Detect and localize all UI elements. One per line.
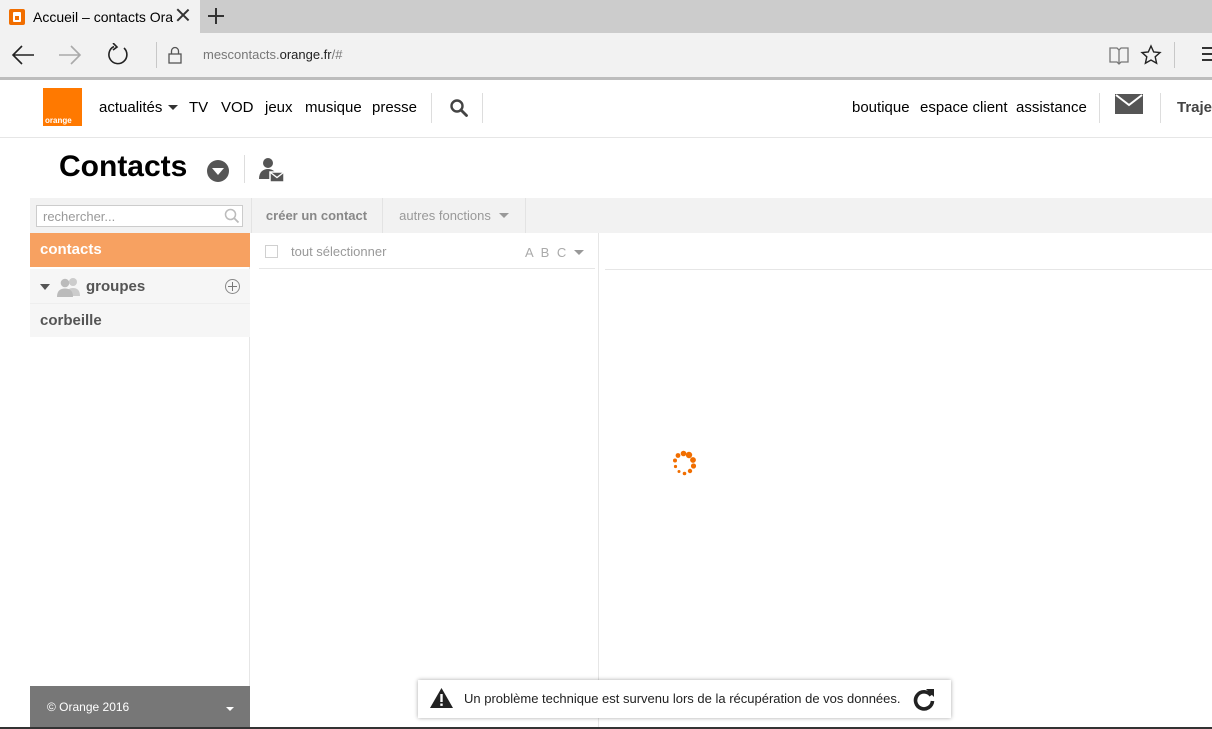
header-separator (482, 93, 483, 123)
new-tab-icon[interactable] (208, 8, 224, 24)
search-icon[interactable] (450, 99, 468, 117)
header-separator (1160, 93, 1161, 123)
chevron-down-icon (498, 213, 509, 218)
browser-tab[interactable]: Accueil – contacts Oran (0, 0, 200, 33)
title-separator (244, 155, 245, 183)
error-notice: Un problème technique est survenu lors d… (418, 680, 951, 718)
toolbar: créer un contact autres fonctions (30, 198, 1212, 233)
address-separator (156, 42, 157, 68)
address-bar: mescontacts.orange.fr/# (0, 33, 1212, 77)
search-icon[interactable] (224, 208, 240, 224)
retry-icon[interactable] (912, 687, 936, 711)
group-users-icon (57, 277, 81, 297)
error-message: Un problème technique est survenu lors d… (464, 691, 901, 706)
detail-header (605, 233, 1212, 270)
sidebar-item-label: groupes (86, 278, 146, 295)
nav-boutique[interactable]: boutique (852, 99, 910, 116)
add-group-icon[interactable] (225, 279, 240, 294)
chevron-down-icon (574, 250, 585, 255)
more-functions-label: autres fonctions (399, 208, 491, 223)
favorite-star-icon[interactable] (1140, 44, 1162, 66)
nav-espace-client[interactable]: espace client (920, 99, 1008, 116)
loading-spinner-icon (669, 448, 699, 478)
sort-dropdown[interactable]: A B C (525, 245, 585, 260)
address-separator-right (1174, 42, 1175, 68)
logo-text: orange (45, 116, 72, 125)
url-suffix: /# (331, 47, 343, 62)
sidebar-footer: © Orange 2016 (30, 686, 250, 729)
nav-musique[interactable]: musique (305, 99, 362, 116)
warning-icon (429, 687, 454, 709)
create-contact-button[interactable]: créer un contact (251, 198, 381, 233)
orange-favicon-icon (9, 8, 25, 25)
hub-menu-icon[interactable] (1202, 47, 1212, 61)
contact-mail-icon[interactable] (258, 157, 286, 185)
browser-tab-bar: Accueil – contacts Oran (0, 0, 1212, 33)
reading-view-icon[interactable] (1108, 45, 1130, 65)
back-arrow-icon[interactable] (10, 43, 36, 67)
more-functions-button[interactable]: autres fonctions (382, 198, 526, 233)
nav-actualites[interactable]: actualités (99, 99, 179, 116)
orange-logo[interactable]: orange (43, 88, 82, 126)
contact-detail-panel (600, 233, 1212, 729)
lock-icon[interactable] (167, 46, 183, 64)
sidebar: contacts groupes corbeille (30, 233, 250, 686)
tab-title: Accueil – contacts Oran (33, 8, 173, 25)
page-title: Contacts (59, 150, 188, 183)
tab-close-icon[interactable] (176, 8, 190, 22)
nav-jeux[interactable]: jeux (265, 99, 293, 116)
sidebar-item-groups[interactable]: groupes (30, 269, 250, 303)
title-dropdown-icon[interactable] (207, 160, 229, 182)
url-prefix: mescontacts. (203, 47, 280, 62)
chevron-down-icon[interactable] (226, 707, 234, 711)
sort-label: A B C (525, 245, 569, 260)
chevron-down-icon[interactable] (40, 284, 50, 290)
site-header: orange actualités TV VOD jeux musique pr… (0, 80, 1212, 138)
nav-trajet[interactable]: Trajec (1177, 99, 1212, 116)
nav-vod[interactable]: VOD (221, 99, 254, 116)
mail-icon[interactable] (1115, 94, 1143, 114)
header-separator (1099, 93, 1100, 123)
header-separator (431, 93, 432, 123)
search-input[interactable] (36, 205, 243, 227)
nav-assistance[interactable]: assistance (1016, 99, 1087, 116)
url-domain: orange.fr (279, 47, 332, 62)
reload-icon[interactable] (105, 43, 131, 67)
nav-presse[interactable]: presse (372, 99, 417, 116)
select-all-label[interactable]: tout sélectionner (291, 244, 386, 259)
sidebar-item-trash[interactable]: corbeille (30, 303, 250, 337)
select-all-checkbox[interactable] (265, 245, 278, 258)
forward-arrow-icon[interactable] (57, 43, 83, 67)
copyright-text: © Orange 2016 (47, 700, 130, 714)
nav-tv[interactable]: TV (189, 99, 208, 116)
chevron-down-icon (168, 105, 179, 110)
contact-list: tout sélectionner A B C (251, 233, 599, 729)
nav-actualites-label: actualités (99, 99, 163, 116)
list-header: tout sélectionner A B C (259, 233, 595, 269)
url-field[interactable]: mescontacts.orange.fr/# (203, 47, 342, 62)
sidebar-item-contacts[interactable]: contacts (30, 233, 250, 267)
